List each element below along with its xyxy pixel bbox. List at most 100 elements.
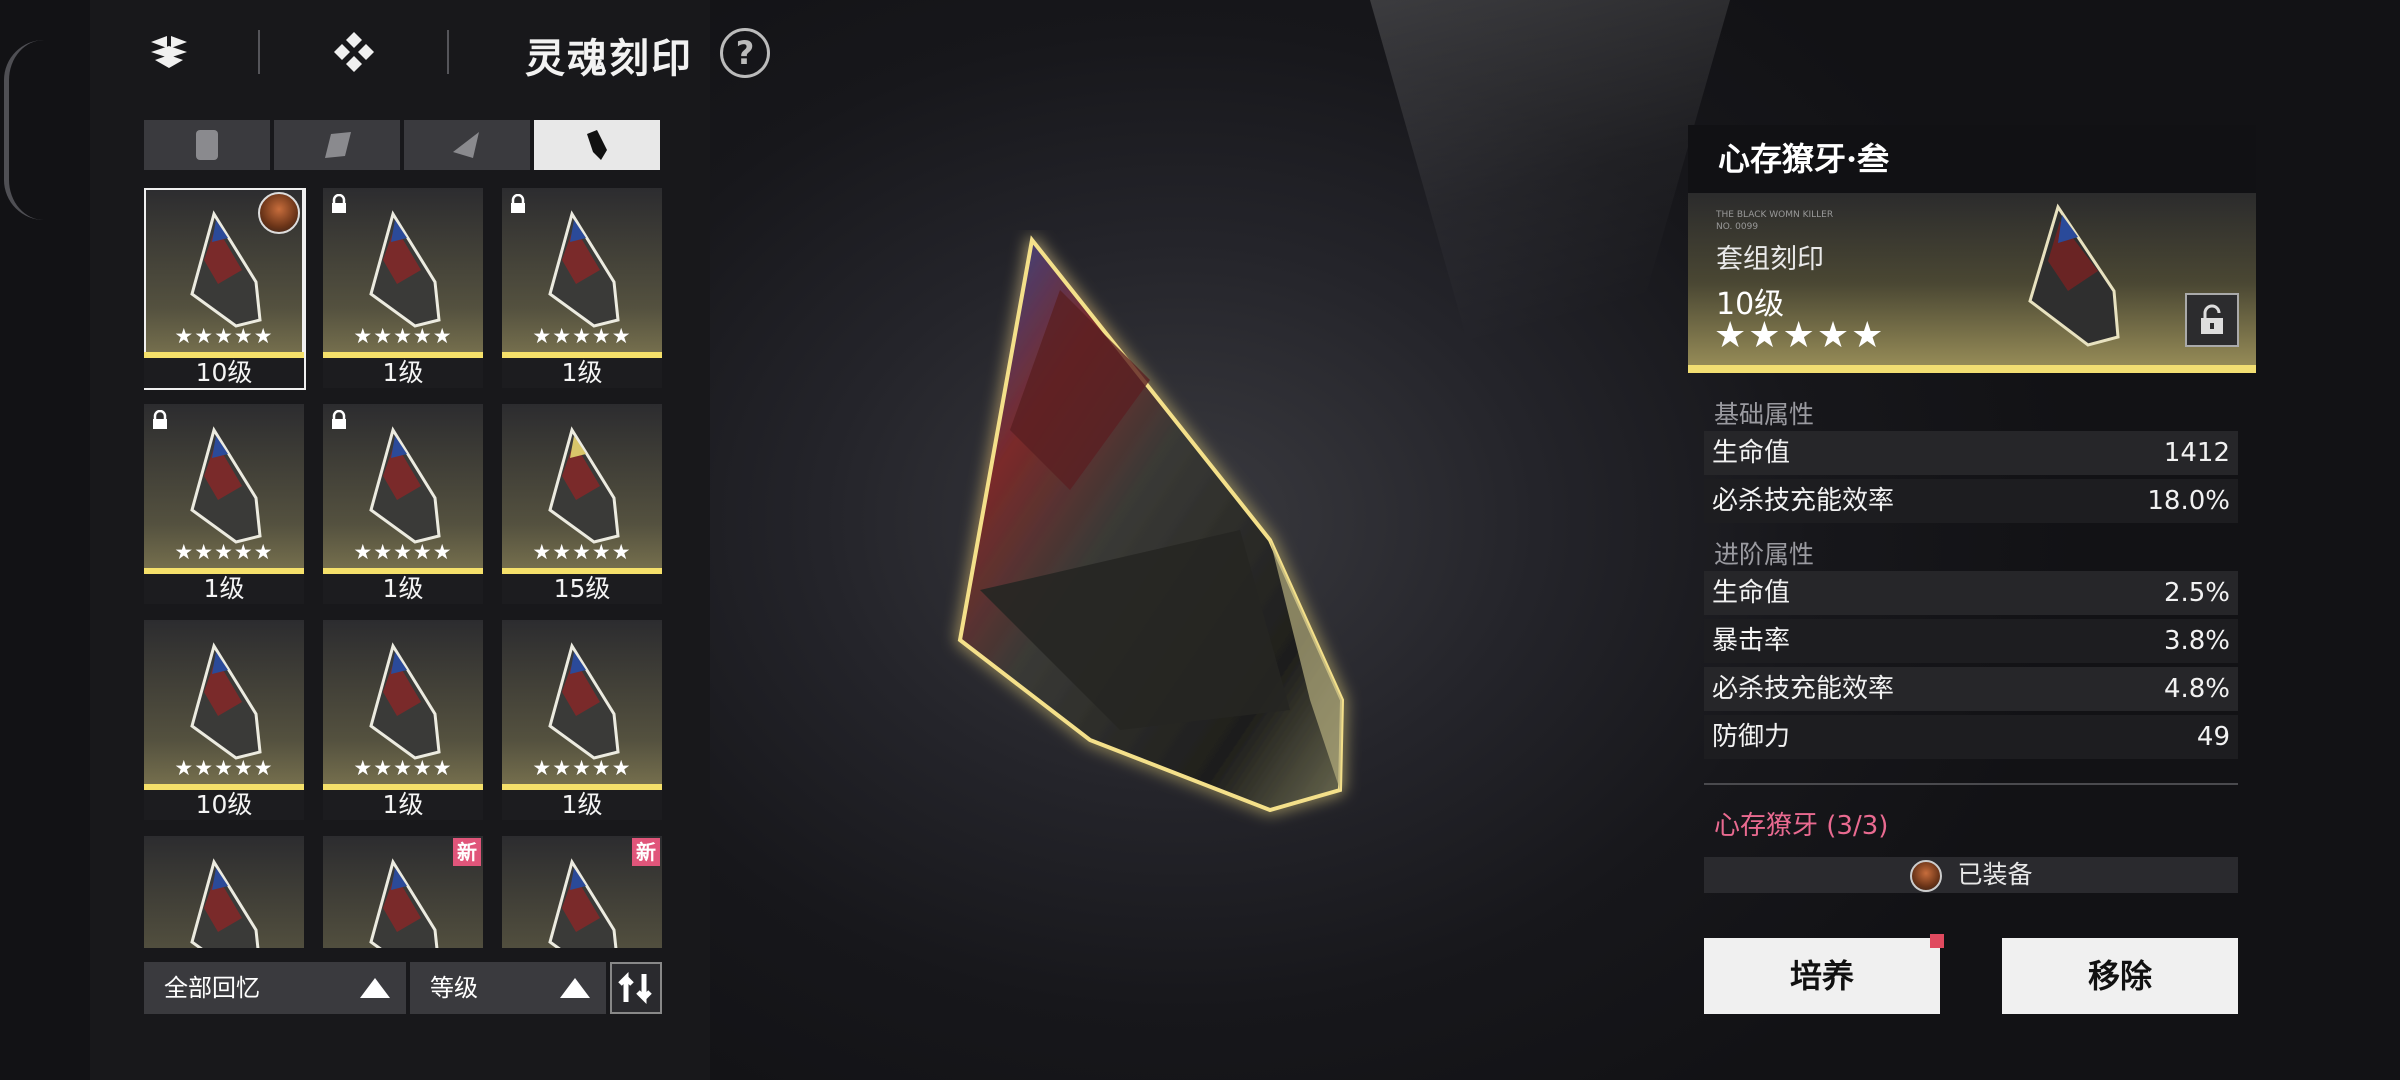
imprint-card[interactable]: 新 — [502, 836, 662, 948]
card-level: 1级 — [323, 574, 483, 604]
imprint-3d-preview — [940, 230, 1390, 830]
imprint-card[interactable]: ★★★★★ 1级 — [502, 620, 662, 820]
slot-2-icon — [325, 132, 351, 158]
base-stat-row: 必杀技充能效率 18.0% — [1704, 479, 2238, 523]
star-rating: ★★★★★ — [353, 756, 453, 780]
imprint-name: 心存獠牙·叁 — [1688, 125, 2256, 193]
imprint-card[interactable]: ★★★★★ 1级 — [144, 404, 304, 604]
imprint-card[interactable]: ★★★★★ 1级 — [323, 620, 483, 820]
imprint-crystal-image — [548, 642, 620, 760]
slot-tab-1[interactable] — [144, 120, 270, 170]
unlock-icon — [2201, 304, 2223, 334]
advanced-stat-row: 暴击率 3.8% — [1704, 619, 2238, 663]
imprint-stars: ★★★★★ — [1714, 315, 1886, 356]
slot-3-icon — [453, 132, 479, 158]
imprint-card[interactable]: ★★★★★ 10级 — [144, 188, 306, 390]
banner-accent-line — [1688, 365, 2256, 373]
unlock-toggle-button[interactable] — [2185, 293, 2239, 347]
memory-filter-label: 全部回忆 — [164, 974, 260, 1002]
memory-filter-dropdown[interactable]: 全部回忆 — [144, 962, 406, 1014]
star-rating: ★★★★★ — [174, 540, 274, 564]
set-bonus-link[interactable]: 心存獠牙 (3/3) — [1714, 805, 1888, 842]
slot-tabs — [144, 120, 660, 170]
sort-dropdown[interactable]: 等级 — [410, 962, 606, 1014]
sort-order-button[interactable] — [610, 962, 662, 1014]
card-level: 1级 — [502, 790, 662, 820]
banner-caption-line-1: THE BLACK WOMN KILLER — [1716, 210, 1834, 220]
imprint-thumbnail — [2018, 201, 2128, 351]
card-level: 10级 — [144, 358, 304, 388]
top-bar: 灵魂刻印 ? — [0, 0, 800, 110]
imprint-crystal-image — [369, 210, 441, 328]
stat-name: 暴击率 — [1712, 626, 1791, 656]
remove-button[interactable]: 移除 — [2002, 938, 2238, 1014]
slot-tab-3[interactable] — [404, 120, 530, 170]
imprint-card[interactable]: ★★★★★ 1级 — [502, 188, 662, 388]
imprint-detail-panel: 心存獠牙·叁 THE BLACK WOMN KILLER NO. 0099 套组… — [1688, 125, 2256, 1025]
triangle-up-icon — [560, 978, 590, 998]
banner-caption: THE BLACK WOMN KILLER NO. 0099 — [1716, 209, 1833, 233]
imprint-type: 套组刻印 — [1716, 244, 1824, 275]
imprint-crystal-image — [369, 858, 439, 948]
card-level: 10级 — [144, 790, 304, 820]
advanced-stat-row: 必杀技充能效率 4.8% — [1704, 667, 2238, 711]
equipped-label: 已装备 — [1957, 860, 2033, 889]
equipped-status: 已装备 — [1704, 857, 2238, 893]
menu-layers-icon[interactable] — [145, 28, 193, 76]
stat-name: 生命值 — [1712, 578, 1791, 608]
star-rating: ★★★★★ — [532, 324, 632, 348]
imprint-card[interactable]: ★★★★★ 15级 — [502, 404, 662, 604]
imprint-card[interactable]: ★★★★★ 1级 — [323, 404, 483, 604]
stat-name: 必杀技充能效率 — [1712, 674, 1895, 704]
imprint-card[interactable]: 新 — [323, 836, 483, 948]
new-badge: 新 — [453, 838, 481, 866]
imprint-crystal-image — [190, 642, 262, 760]
stat-value: 18.0% — [2147, 486, 2230, 516]
train-button-label: 培养 — [1789, 957, 1854, 995]
lock-icon — [511, 194, 525, 213]
imprint-card[interactable]: ★★★★★ 1级 — [323, 188, 483, 388]
lock-icon — [153, 410, 167, 429]
train-button[interactable]: 培养 — [1704, 934, 1944, 1014]
imprint-crystal-image — [190, 210, 262, 328]
diamond-grid-icon[interactable] — [330, 28, 378, 76]
slot-tab-2[interactable] — [274, 120, 400, 170]
lock-icon — [332, 410, 346, 429]
filter-bar: 全部回忆 等级 — [144, 962, 664, 1014]
triangle-up-icon — [360, 978, 390, 998]
page-title: 灵魂刻印 — [525, 35, 693, 82]
notification-dot — [1930, 934, 1944, 948]
imprint-crystal-image — [548, 210, 620, 328]
imprint-crystal-image — [548, 858, 618, 948]
base-stat-row: 生命值 1412 — [1704, 431, 2238, 475]
imprint-crystal-image — [548, 426, 620, 544]
imprint-crystal-image — [369, 642, 441, 760]
imprint-banner: THE BLACK WOMN KILLER NO. 0099 套组刻印 10级 … — [1688, 193, 2256, 373]
stat-name: 生命值 — [1712, 438, 1791, 468]
stat-name: 必杀技充能效率 — [1712, 486, 1895, 516]
help-icon[interactable]: ? — [720, 28, 770, 78]
imprint-crystal-image — [190, 426, 262, 544]
equipped-character-avatar — [258, 192, 300, 234]
stat-value: 3.8% — [2163, 626, 2230, 656]
section-divider — [1704, 783, 2238, 785]
slot-4-icon — [587, 130, 607, 160]
sort-arrows-icon — [618, 971, 652, 1005]
imprint-crystal-image — [369, 426, 441, 544]
card-level: 1级 — [323, 358, 483, 388]
stat-value: 4.8% — [2163, 674, 2230, 704]
slot-1-icon — [196, 130, 218, 160]
imprint-crystal-image — [190, 858, 260, 948]
lock-icon — [332, 194, 346, 213]
imprint-card[interactable] — [144, 836, 304, 948]
new-badge: 新 — [632, 838, 660, 866]
banner-caption-line-2: NO. 0099 — [1716, 222, 1759, 232]
toolbar-divider — [258, 30, 260, 74]
star-rating: ★★★★★ — [174, 756, 274, 780]
base-stats-label: 基础属性 — [1714, 400, 1815, 429]
toolbar-divider — [447, 30, 449, 74]
star-rating: ★★★★★ — [353, 324, 453, 348]
imprint-card[interactable]: ★★★★★ 10级 — [144, 620, 304, 820]
imprint-grid: ★★★★★ 10级 ★★★★★ 1级 ★★★★★ 1级 ★★★★★ 1级 ★★★★★ 1级 ★★★★… — [144, 188, 664, 948]
slot-tab-4[interactable] — [534, 120, 660, 170]
